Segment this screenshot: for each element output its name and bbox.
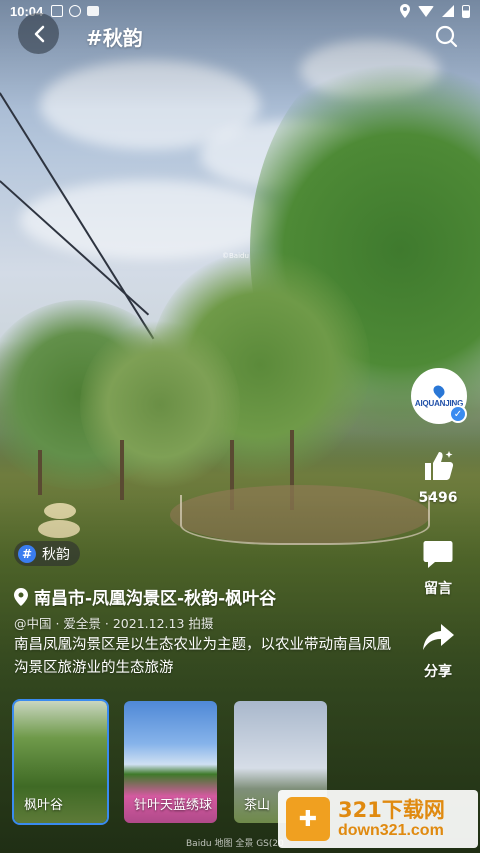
thumbnail-label: 针叶天蓝绣球 bbox=[134, 798, 213, 813]
site-logo-icon: ✚ bbox=[286, 797, 330, 841]
location-title[interactable]: 南昌市-凤凰沟景区-秋韵-枫叶谷 bbox=[14, 584, 276, 609]
tree-trunk bbox=[38, 450, 42, 495]
post-meta: @中国 · 爱全景 · 2021.12.13 拍摄 bbox=[14, 616, 214, 631]
scene-thumbnail[interactable]: 枫叶谷 bbox=[12, 699, 109, 825]
share-label: 分享 bbox=[424, 664, 452, 680]
location-text: 南昌市-凤凰沟景区-秋韵-枫叶谷 bbox=[34, 589, 277, 609]
verified-badge-icon: ✓ bbox=[449, 405, 467, 423]
status-bar: 10:04 bbox=[0, 0, 480, 22]
thumbnail-label: 茶山 bbox=[244, 798, 271, 813]
topic-tag-label: 秋韵 bbox=[42, 546, 70, 563]
like-count: 5496 bbox=[418, 490, 458, 506]
signal-icon bbox=[442, 5, 454, 17]
location-status-icon bbox=[400, 4, 410, 18]
scene-watermark: ©Baidu bbox=[222, 252, 249, 260]
comment-button[interactable]: 留言 bbox=[408, 536, 468, 598]
search-icon bbox=[435, 25, 458, 48]
cloud bbox=[20, 180, 280, 260]
notification-mail-icon bbox=[87, 6, 100, 16]
notification-a-icon bbox=[51, 5, 64, 17]
post-description: 南昌凤凰沟景区是以生态农业为主题，以农业带动南昌凤凰沟景区旅游业的生态旅游 bbox=[14, 637, 391, 676]
location-pin-icon bbox=[14, 587, 28, 606]
like-button[interactable]: 5496 bbox=[408, 448, 468, 506]
thumbs-up-icon bbox=[420, 448, 456, 484]
back-button[interactable] bbox=[18, 13, 59, 54]
wifi-icon bbox=[418, 5, 434, 17]
scene-thumbnail[interactable]: 针叶天蓝绣球 bbox=[122, 699, 219, 825]
site-url: down321.com bbox=[338, 822, 444, 839]
battery-icon bbox=[462, 4, 470, 18]
comment-bubble-icon bbox=[420, 536, 456, 572]
notification-app-icon bbox=[69, 5, 82, 17]
thumbnail-label: 枫叶谷 bbox=[24, 798, 64, 813]
comment-label: 留言 bbox=[424, 581, 452, 597]
hashtag-icon: # bbox=[18, 544, 36, 563]
tree-trunk bbox=[120, 440, 124, 500]
map-watermark: Baidu 地图 全景 GS(20 bbox=[186, 839, 284, 849]
page-title: #秋韵 bbox=[86, 26, 143, 50]
tree-canopy bbox=[80, 320, 240, 490]
site-name: 321下载网 bbox=[338, 798, 445, 822]
location-pin-logo-icon bbox=[431, 382, 447, 399]
search-button[interactable] bbox=[432, 22, 460, 50]
site-watermark: ✚ 321下载网 down321.com bbox=[278, 790, 478, 848]
share-arrow-icon bbox=[420, 619, 456, 655]
chevron-left-icon bbox=[34, 25, 44, 42]
topic-tag[interactable]: # 秋韵 bbox=[14, 541, 80, 566]
share-button[interactable]: 分享 bbox=[408, 619, 468, 681]
